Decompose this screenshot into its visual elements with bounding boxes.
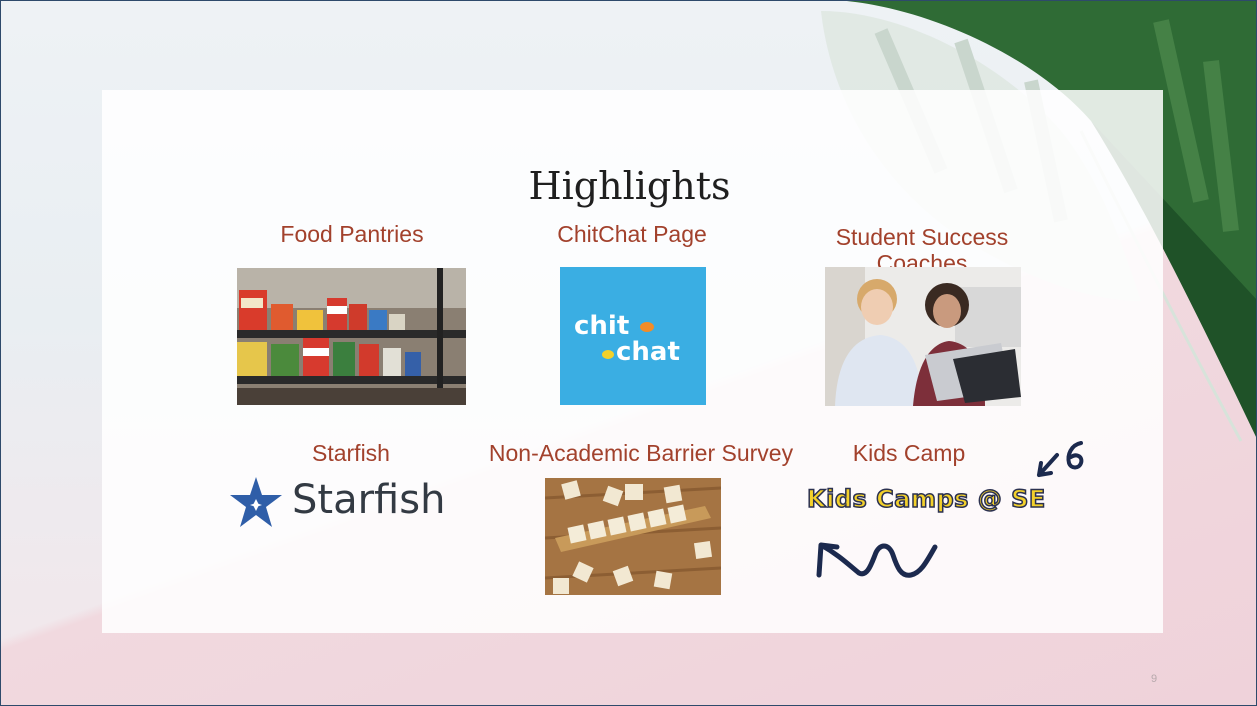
heading-chitchat-page: ChitChat Page [557,221,707,247]
chitchat-dot-orange [640,322,654,332]
heading-kids-camp: Kids Camp [852,440,966,466]
chitchat-dot-yellow [602,350,614,359]
kids-camps-wordmark: Kids Camps @ SE [806,484,1046,514]
chitchat-logo-text-chat: chat [616,337,680,367]
heading-non-academic-barrier-survey: Non-Academic Barrier Survey [488,440,794,466]
doodle-wave-arrow-icon [816,542,938,578]
heading-food-pantries: Food Pantries [280,221,424,247]
doodle-arrow-icon [1037,441,1084,477]
slide: Highlights Food Pantries ChitChat Page c… [0,0,1257,706]
heading-starfish: Starfish [312,440,390,466]
scrabble-survey-photo [545,478,721,595]
chitchat-logo: chit chat [560,267,706,405]
starfish-logo: Starfish [228,473,468,531]
students-laptop-photo [825,267,1021,406]
starfish-star-icon [230,477,282,527]
heading-student-success-coaches: Student Success Coaches [835,224,1009,268]
kids-camps-logo: Kids Camps @ SE [806,484,1057,525]
page-number: 9 [1151,673,1158,685]
slide-title: Highlights [528,164,731,208]
starfish-wordmark: Starfish [292,477,446,523]
food-pantry-shelves-photo [237,268,466,405]
